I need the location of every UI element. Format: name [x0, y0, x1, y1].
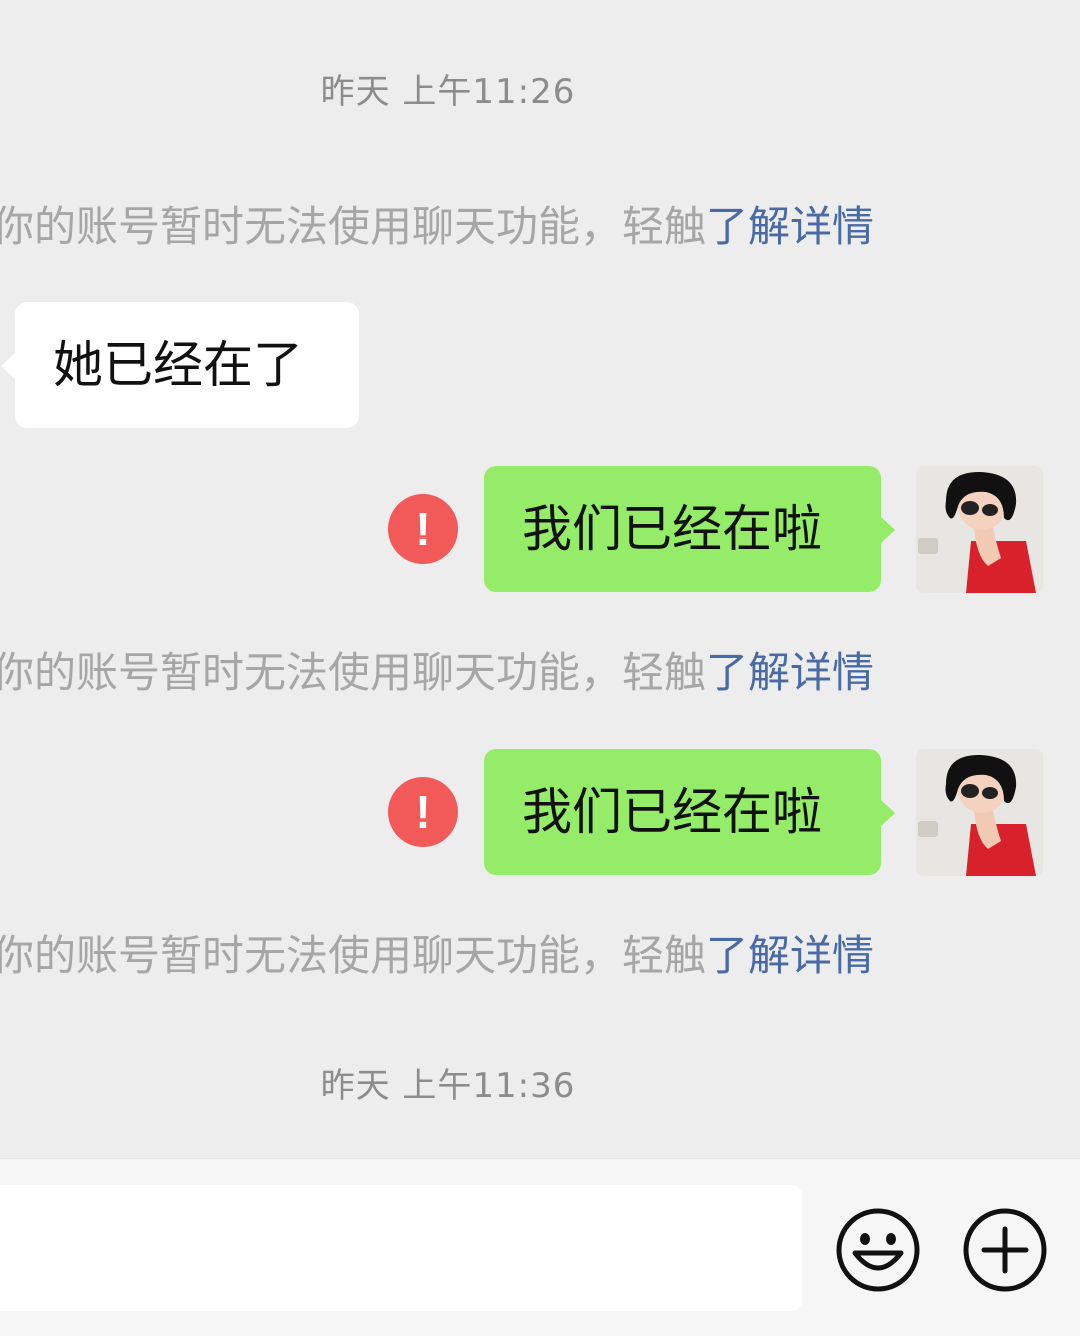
avatar[interactable]	[916, 466, 1043, 593]
received-message-text: 她已经在了	[53, 336, 303, 394]
sent-message-text: 我们已经在啦	[522, 500, 822, 558]
emoji-button[interactable]	[835, 1207, 921, 1293]
notice-text: 你的账号暂时无法使用聊天功能，轻触	[0, 648, 707, 697]
message-input[interactable]	[0, 1185, 802, 1311]
received-message-bubble[interactable]: 她已经在了	[1, 302, 359, 428]
system-notice: 你的账号暂时无法使用聊天功能，轻触了解详情	[0, 928, 874, 984]
emoji-icon	[836, 1208, 920, 1292]
avatar-illustration-icon	[916, 749, 1043, 876]
system-notice: 你的账号暂时无法使用聊天功能，轻触了解详情	[0, 199, 874, 255]
avatar[interactable]	[916, 749, 1043, 876]
timestamp: 昨天 上午11:36	[320, 1066, 576, 1106]
learn-more-link[interactable]: 了解详情	[706, 202, 874, 251]
avatar-illustration-icon	[916, 466, 1043, 593]
timestamp: 昨天 上午11:26	[320, 72, 576, 112]
system-notice: 你的账号暂时无法使用聊天功能，轻触了解详情	[0, 645, 874, 701]
add-button[interactable]	[962, 1207, 1048, 1293]
input-bar	[0, 1158, 1080, 1336]
notice-text: 你的账号暂时无法使用聊天功能，轻触	[0, 931, 707, 980]
plus-circle-icon	[963, 1208, 1047, 1292]
exclamation-icon: !	[415, 786, 431, 838]
sent-message-bubble[interactable]: 我们已经在啦	[484, 466, 895, 592]
sent-message-bubble[interactable]: 我们已经在啦	[484, 749, 895, 875]
chat-screen: 昨天 上午11:26 你的账号暂时无法使用聊天功能，轻触了解详情 她已经在了 !…	[0, 0, 1080, 1336]
learn-more-link[interactable]: 了解详情	[706, 648, 874, 697]
send-failed-icon[interactable]: !	[388, 777, 458, 847]
sent-message-text: 我们已经在啦	[522, 783, 822, 841]
send-failed-icon[interactable]: !	[388, 494, 458, 564]
learn-more-link[interactable]: 了解详情	[706, 931, 874, 980]
exclamation-icon: !	[415, 503, 431, 555]
notice-text: 你的账号暂时无法使用聊天功能，轻触	[0, 202, 707, 251]
